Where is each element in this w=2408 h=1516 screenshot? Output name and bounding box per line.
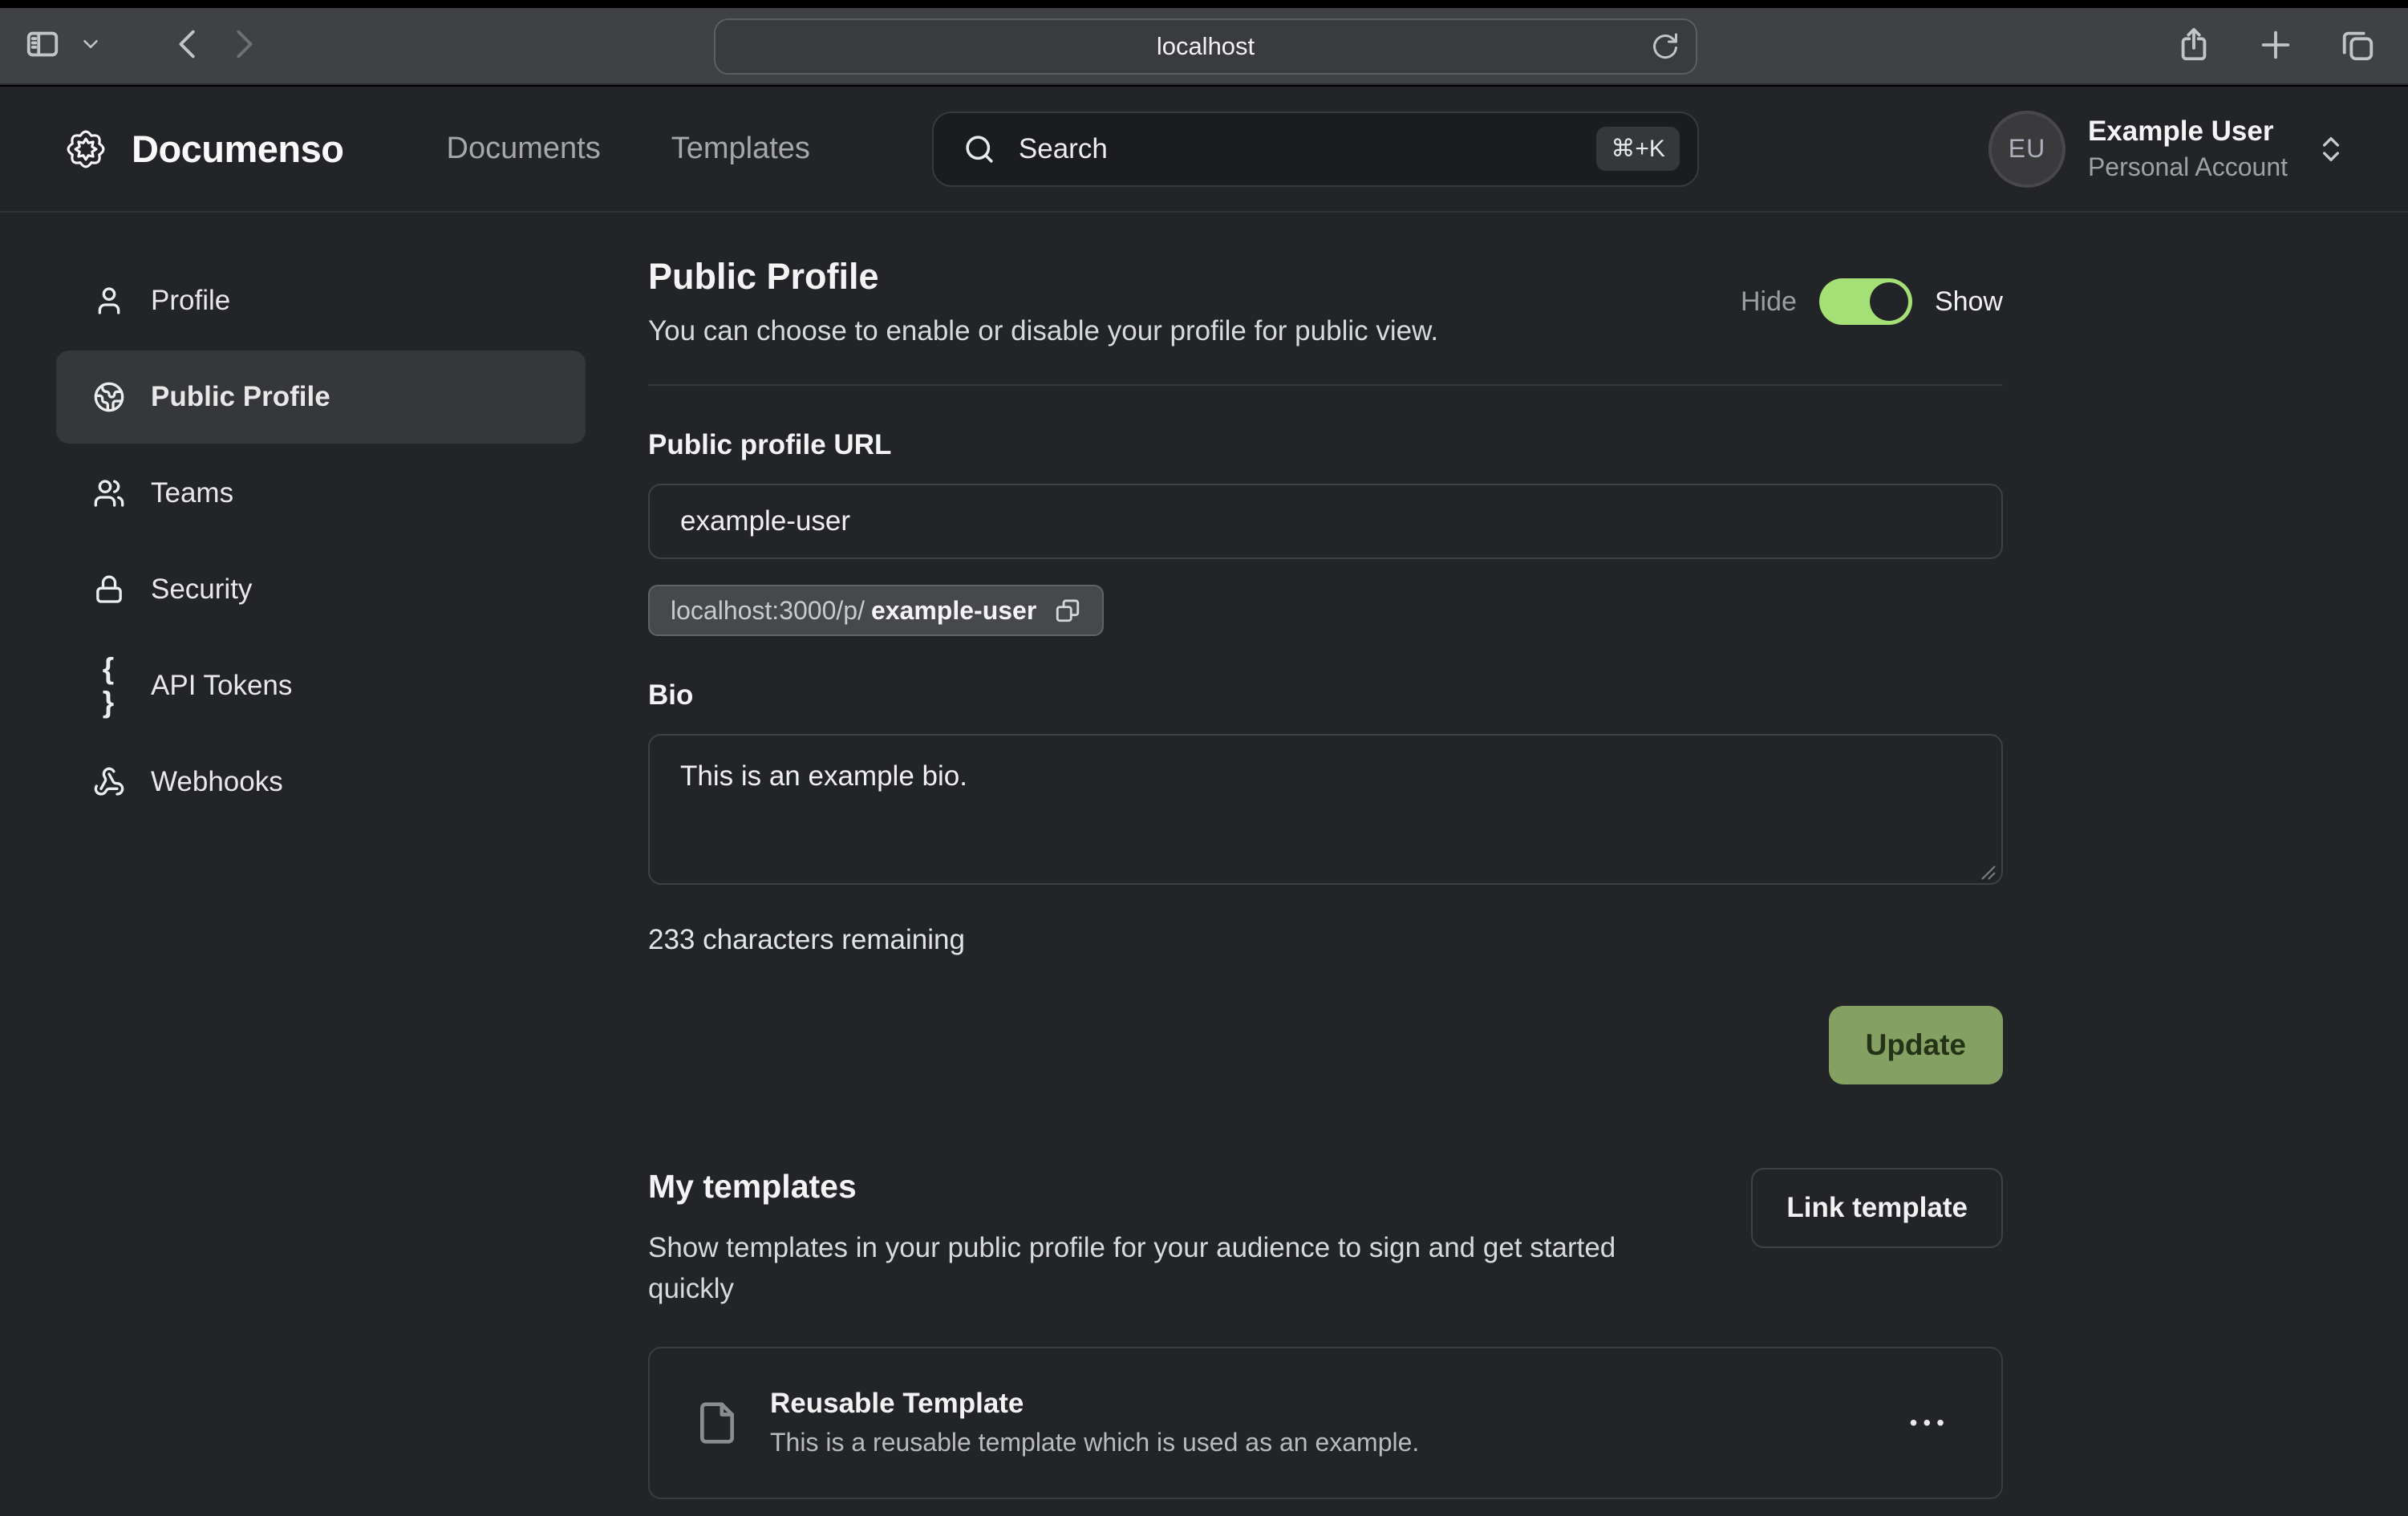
template-card-description: This is a reusable template which is use… <box>770 1428 1419 1457</box>
search-bar[interactable]: ⌘+K <box>932 111 1699 187</box>
chars-remaining: 233 characters remaining <box>648 924 2003 956</box>
back-icon[interactable] <box>170 26 207 67</box>
template-card[interactable]: Reusable Template This is a reusable tem… <box>648 1347 2003 1499</box>
sidebar-toggle-icon[interactable] <box>24 26 61 67</box>
lock-icon <box>93 574 125 606</box>
profile-link-prefix: localhost:3000/p/ <box>671 596 865 626</box>
user-name: Example User <box>2088 116 2288 148</box>
visibility-toggle[interactable] <box>1819 278 1912 325</box>
reload-icon[interactable] <box>1651 32 1680 61</box>
my-templates-title: My templates <box>648 1168 1691 1206</box>
globe-icon <box>93 381 125 413</box>
nav-documents[interactable]: Documents <box>447 132 601 166</box>
avatar: EU <box>1988 111 2065 188</box>
sidebar-item-label: Webhooks <box>151 766 283 798</box>
toggle-knob <box>1870 282 1908 321</box>
sidebar-item-api-tokens[interactable]: { } API Tokens <box>56 639 586 732</box>
user-account-type: Personal Account <box>2088 152 2288 182</box>
bio-textarea[interactable]: This is an example bio. <box>648 734 2003 885</box>
browser-toolbar: localhost <box>0 8 2408 85</box>
toggle-show-label: Show <box>1935 286 2003 318</box>
webhook-icon <box>93 766 125 798</box>
user-menu[interactable]: EU Example User Personal Account <box>1988 111 2347 188</box>
sidebar-item-label: API Tokens <box>151 670 292 702</box>
braces-icon: { } <box>93 652 125 719</box>
sidebar-item-profile[interactable]: Profile <box>56 254 586 347</box>
top-nav: Documents Templates <box>447 132 810 166</box>
search-icon <box>963 132 996 166</box>
brand[interactable]: Documenso <box>61 124 344 174</box>
divider <box>648 384 2003 386</box>
sidebar-item-teams[interactable]: Teams <box>56 447 586 540</box>
template-options-icon[interactable]: ••• <box>1910 1410 1950 1436</box>
documenso-logo-icon <box>61 124 111 174</box>
file-icon <box>695 1396 740 1449</box>
user-meta: Example User Personal Account <box>2088 116 2288 182</box>
chevrons-up-down-icon <box>2315 133 2347 165</box>
app-window: Documenso Documents Templates ⌘+K EU Exa… <box>0 87 2408 1516</box>
tab-overview-icon[interactable] <box>2339 26 2376 67</box>
template-card-title: Reusable Template <box>770 1388 1419 1420</box>
avatar-initials: EU <box>2009 134 2045 164</box>
copy-icon[interactable] <box>1054 597 1081 624</box>
forward-icon[interactable] <box>225 26 261 67</box>
profile-url-input[interactable] <box>648 484 2003 559</box>
toggle-hide-label: Hide <box>1741 286 1797 318</box>
public-profile-settings: Public Profile You can choose to enable … <box>648 213 2003 1499</box>
screen: localhost Docume <box>0 0 2408 1516</box>
settings-sidebar: Profile Public Profile Teams Security { … <box>0 213 586 1499</box>
my-templates-description: Show templates in your public profile fo… <box>648 1228 1691 1310</box>
profile-url-label: Public profile URL <box>648 429 2003 461</box>
sidebar-item-security[interactable]: Security <box>56 543 586 636</box>
nav-templates[interactable]: Templates <box>671 132 810 166</box>
resize-grip-icon[interactable] <box>1979 863 1997 881</box>
profile-link-slug: example-user <box>871 596 1036 626</box>
user-icon <box>93 285 125 317</box>
sidebar-item-public-profile[interactable]: Public Profile <box>56 351 586 444</box>
search-input[interactable] <box>1019 133 1596 165</box>
visibility-toggle-group: Hide Show <box>1741 278 2003 325</box>
sidebar-item-label: Public Profile <box>151 381 330 413</box>
bio-label: Bio <box>648 679 2003 711</box>
share-icon[interactable] <box>2175 26 2212 67</box>
app-header: Documenso Documents Templates ⌘+K EU Exa… <box>0 87 2408 213</box>
sidebar-item-label: Security <box>151 574 252 606</box>
address-bar-url: localhost <box>1157 32 1255 61</box>
search-shortcut-badge: ⌘+K <box>1596 127 1680 171</box>
brand-name: Documenso <box>132 127 344 171</box>
update-button[interactable]: Update <box>1829 1006 2003 1084</box>
sidebar-dropdown-chevron-icon[interactable] <box>79 32 103 60</box>
link-template-button[interactable]: Link template <box>1751 1168 2003 1248</box>
page-title: Public Profile <box>648 256 1438 298</box>
page-subtitle: You can choose to enable or disable your… <box>648 315 1438 347</box>
sidebar-item-webhooks[interactable]: Webhooks <box>56 736 586 829</box>
profile-link-pill[interactable]: localhost:3000/p/ example-user <box>648 585 1104 636</box>
address-bar[interactable]: localhost <box>714 18 1697 75</box>
sidebar-item-label: Profile <box>151 285 230 317</box>
sidebar-item-label: Teams <box>151 477 233 509</box>
users-icon <box>93 477 125 509</box>
new-tab-icon[interactable] <box>2257 26 2294 67</box>
